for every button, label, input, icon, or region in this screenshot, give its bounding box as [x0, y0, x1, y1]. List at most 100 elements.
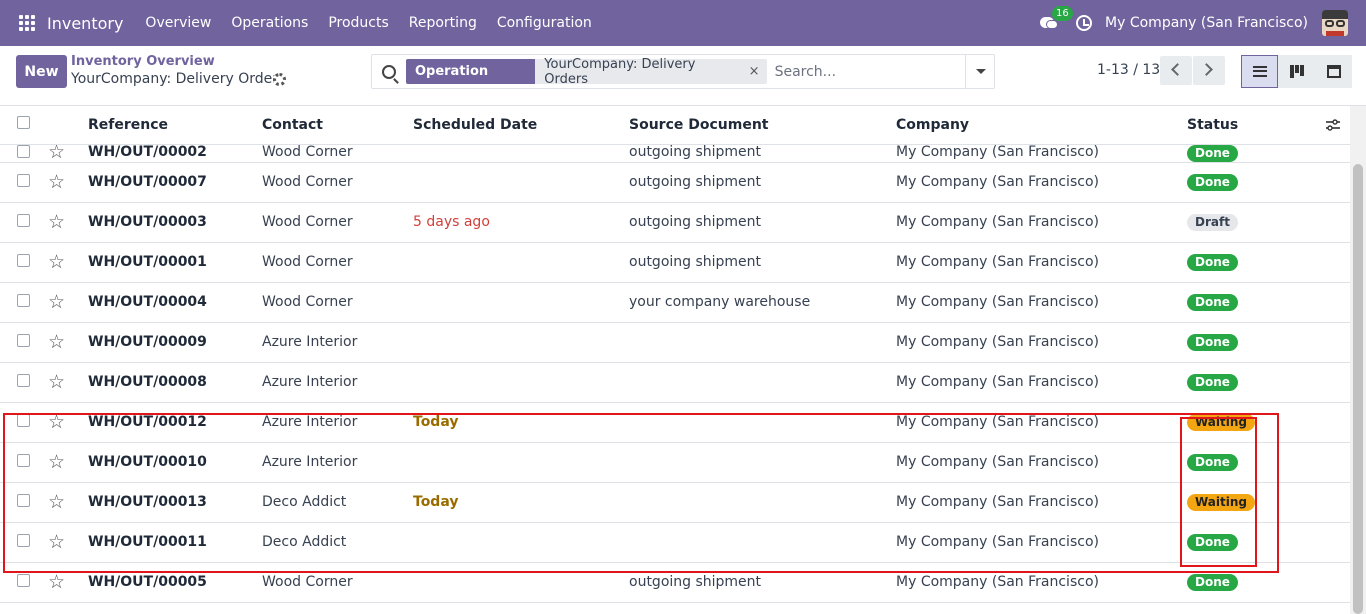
menu-operations[interactable]: Operations	[221, 15, 318, 31]
list-view-button[interactable]	[1241, 55, 1278, 88]
star-icon[interactable]: ☆	[48, 144, 65, 161]
star-icon[interactable]: ☆	[48, 171, 65, 193]
breadcrumb-current: YourCompany: Delivery Orders	[71, 71, 286, 87]
status-badge: Done	[1187, 144, 1238, 161]
cell-company: My Company (San Francisco)	[896, 322, 1187, 363]
company-switcher[interactable]: My Company (San Francisco)	[1105, 15, 1308, 31]
status-badge: Draft	[1187, 213, 1238, 231]
calendar-view-button[interactable]	[1315, 55, 1352, 88]
table-row[interactable]: ☆ WH/OUT/00007 Wood Corner outgoing shipmen…	[0, 162, 1350, 203]
apps-menu-icon[interactable]	[19, 15, 35, 31]
star-icon[interactable]: ☆	[48, 571, 65, 593]
cell-scheduled-date	[413, 442, 629, 483]
cell-contact: Wood Corner	[262, 202, 413, 243]
table-row[interactable]: ☆ WH/OUT/00003 Wood Corner 5 days ago outgoi…	[0, 202, 1350, 243]
row-checkbox[interactable]	[17, 493, 30, 507]
table-row[interactable]: ☆ WH/OUT/00012 Azure Interior Today My Compa…	[0, 402, 1350, 443]
chat-icon[interactable]: 16	[1040, 6, 1073, 32]
gear-icon[interactable]	[273, 73, 286, 86]
cell-source-document: outgoing shipment	[629, 162, 896, 203]
status-badge: Done	[1187, 333, 1238, 351]
kanban-view-button[interactable]	[1278, 55, 1315, 88]
menu-configuration[interactable]: Configuration	[487, 15, 602, 31]
table-row[interactable]: ☆ WH/OUT/00005 Wood Corner outgoing shipmen…	[0, 562, 1350, 603]
star-icon[interactable]: ☆	[48, 531, 65, 553]
row-checkbox[interactable]	[17, 533, 30, 547]
search-facet: Operation Type YourCompany: Delivery Ord…	[405, 57, 767, 104]
pager-next-button[interactable]	[1193, 56, 1225, 85]
cell-contact: Wood Corner	[262, 242, 413, 283]
search-input[interactable]	[774, 63, 994, 80]
star-icon[interactable]: ☆	[48, 371, 65, 393]
pager-value[interactable]: 1-13 / 13	[1097, 62, 1160, 78]
table-row[interactable]: ☆ WH/OUT/00013 Deco Addict Today My Company …	[0, 482, 1350, 523]
row-checkbox[interactable]	[17, 144, 30, 158]
cell-scheduled-date: Today	[413, 402, 629, 443]
star-icon[interactable]: ☆	[48, 291, 65, 313]
table-row[interactable]: ☆ WH/OUT/00004 Wood Corner your company war…	[0, 282, 1350, 323]
breadcrumb-parent[interactable]: Inventory Overview	[71, 54, 215, 69]
user-avatar[interactable]	[1322, 10, 1348, 36]
cell-reference: WH/OUT/00011	[88, 522, 262, 563]
clock-icon[interactable]	[1076, 15, 1093, 31]
row-checkbox[interactable]	[17, 213, 30, 227]
cell-contact: Wood Corner	[262, 562, 413, 603]
row-checkbox[interactable]	[17, 253, 30, 267]
col-company[interactable]: Company	[896, 106, 1187, 145]
col-scheduled-date[interactable]: Scheduled Date	[413, 106, 629, 145]
star-icon[interactable]: ☆	[48, 411, 65, 433]
star-icon[interactable]: ☆	[48, 491, 65, 513]
select-all-checkbox[interactable]	[17, 116, 30, 130]
table-row[interactable]: ☆ WH/OUT/00011 Deco Addict My Company (San …	[0, 522, 1350, 563]
star-icon[interactable]: ☆	[48, 451, 65, 473]
table-row[interactable]: ☆ WH/OUT/00002 Wood Corner outgoing shipmen…	[0, 144, 1350, 163]
status-badge: Done	[1187, 453, 1238, 471]
menu-reporting[interactable]: Reporting	[399, 15, 487, 31]
menu-products[interactable]: Products	[318, 15, 398, 31]
col-status[interactable]: Status	[1187, 117, 1238, 133]
star-icon[interactable]: ☆	[48, 251, 65, 273]
col-reference[interactable]: Reference	[88, 106, 262, 145]
cell-reference: WH/OUT/00001	[88, 242, 262, 283]
facet-label: Operation Type	[405, 59, 536, 104]
scrollbar[interactable]	[1350, 106, 1366, 614]
row-checkbox[interactable]	[17, 413, 30, 427]
col-source-document[interactable]: Source Document	[629, 106, 896, 145]
status-badge: Waiting	[1187, 413, 1256, 431]
app-name[interactable]: Inventory	[47, 14, 123, 33]
status-badge: Done	[1187, 373, 1238, 391]
pager-previous-button[interactable]	[1160, 56, 1192, 85]
table-row[interactable]: ☆ WH/OUT/00009 Azure Interior My Company (S…	[0, 322, 1350, 363]
row-checkbox[interactable]	[17, 453, 30, 467]
cell-scheduled-date: 5 days ago	[413, 202, 629, 243]
new-button[interactable]: New	[16, 55, 67, 88]
status-badge: Waiting	[1187, 493, 1256, 511]
table-row[interactable]: ☆ WH/OUT/00001 Wood Corner outgoing shipmen…	[0, 242, 1350, 283]
control-panel: New Inventory Overview YourCompany: Deli…	[0, 46, 1366, 106]
row-checkbox[interactable]	[17, 373, 30, 387]
optional-columns-icon[interactable]	[1326, 119, 1340, 131]
cell-reference: WH/OUT/00005	[88, 562, 262, 603]
col-contact[interactable]: Contact	[262, 106, 413, 145]
star-icon[interactable]: ☆	[48, 211, 65, 233]
row-checkbox[interactable]	[17, 573, 30, 587]
cell-company: My Company (San Francisco)	[896, 202, 1187, 243]
row-checkbox[interactable]	[17, 173, 30, 187]
scrollbar-thumb[interactable]	[1353, 164, 1363, 614]
cell-contact: Azure Interior	[262, 362, 413, 403]
search-icon[interactable]	[382, 64, 396, 79]
star-icon[interactable]: ☆	[48, 331, 65, 353]
search-options-toggle[interactable]	[965, 55, 994, 88]
row-checkbox[interactable]	[17, 293, 30, 307]
cell-source-document	[629, 362, 896, 403]
status-badge: Done	[1187, 573, 1238, 591]
menu-overview[interactable]: Overview	[135, 15, 221, 31]
cell-source-document: outgoing shipment	[629, 242, 896, 283]
facet-remove-icon[interactable]: ×	[749, 64, 767, 79]
kanban-icon	[1290, 65, 1304, 78]
table-row[interactable]: ☆ WH/OUT/00010 Azure Interior My Company (S…	[0, 442, 1350, 483]
row-checkbox[interactable]	[17, 333, 30, 347]
cell-company: My Company (San Francisco)	[896, 162, 1187, 203]
table-row[interactable]: ☆ WH/OUT/00008 Azure Interior My Company (S…	[0, 362, 1350, 403]
list-icon	[1253, 66, 1267, 77]
